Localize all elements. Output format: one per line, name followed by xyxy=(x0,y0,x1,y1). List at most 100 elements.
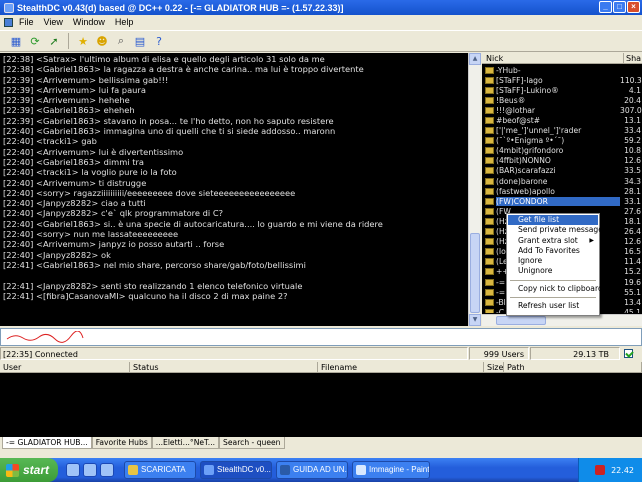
menu-item-get-file-list[interactable]: Get file list xyxy=(508,215,598,226)
tab-eletti[interactable]: ...Eletti...°NeT... xyxy=(151,437,220,449)
menu-item-grant-extra-slot[interactable]: Grant extra slot ▶ xyxy=(508,236,598,246)
user-row[interactable]: (4ffbit)NONNO 12.6 xyxy=(482,156,642,166)
chat-input[interactable] xyxy=(0,328,642,346)
user-row[interactable]: [STaFF]-Lukino® 4.1 xyxy=(482,85,642,95)
close-button[interactable]: × xyxy=(627,1,640,13)
user-icon xyxy=(485,298,494,306)
submenu-arrow-icon: ▶ xyxy=(589,236,594,244)
menu-view[interactable]: View xyxy=(44,17,63,27)
user-share: 10.8 xyxy=(624,146,641,156)
status-bar: [22:35] Connected 999 Users 29.13 TB xyxy=(0,347,642,360)
user-row[interactable]: [STaFF]-Iago 110.3 xyxy=(482,75,642,85)
tray-icon[interactable] xyxy=(595,465,606,475)
menu-help[interactable]: Help xyxy=(115,17,134,27)
tab-favorite-hubs[interactable]: Favorite Hubs xyxy=(91,437,152,449)
user-row[interactable]: (done)barone 34.3 xyxy=(482,176,642,186)
user-row[interactable]: (4mbit)grifondoro 10.8 xyxy=(482,146,642,156)
user-share: 15.2 xyxy=(624,267,641,277)
app-icon xyxy=(4,2,14,13)
menu-item-ignore[interactable]: Ignore xyxy=(508,256,598,266)
hub-connect-icon[interactable]: ▦ xyxy=(8,33,24,49)
user-icon xyxy=(485,66,494,74)
user-icon xyxy=(485,167,494,175)
scroll-thumb[interactable] xyxy=(470,233,480,313)
child-window-icon[interactable] xyxy=(4,17,13,27)
start-button[interactable]: start xyxy=(0,458,58,482)
tab-search[interactable]: Search - queen xyxy=(219,437,285,449)
user-share: 16.5 xyxy=(624,247,641,257)
user-row[interactable]: #beof@st# 13.1 xyxy=(482,115,642,125)
chat-line: [22:40] <tracki1> la voglio pure io la f… xyxy=(3,167,177,178)
chat-line: [22:39] <Arrivemum> hehehe xyxy=(3,95,130,106)
user-share: 13.4 xyxy=(624,297,641,307)
user-share: 12.6 xyxy=(624,156,641,166)
media-icon[interactable] xyxy=(100,463,114,477)
user-nick: (4mbit)grifondoro xyxy=(496,146,564,156)
menu-item-refresh-user-list[interactable]: Refresh user list xyxy=(508,301,598,311)
col-size[interactable]: Size xyxy=(484,362,504,372)
taskbar-button[interactable]: SCARICATA xyxy=(124,461,196,479)
col-path[interactable]: Path xyxy=(504,362,642,372)
menu-file[interactable]: File xyxy=(19,17,34,27)
scroll-down-icon[interactable]: ▼ xyxy=(469,314,481,326)
user-list-toggle-checkbox[interactable] xyxy=(624,349,633,358)
spy-icon[interactable]: ▤ xyxy=(132,33,148,49)
user-row[interactable]: (BAR)scarafazzi 33.5 xyxy=(482,166,642,176)
user-icon xyxy=(485,308,494,313)
menu-item-add-to-favorites[interactable]: Add To Favorites xyxy=(508,246,598,256)
taskbar-button[interactable]: Immagine - Paint xyxy=(352,461,430,479)
chat-line: [22:40] <Gabriel1863> immagina uno di qu… xyxy=(3,126,336,137)
favorites-icon[interactable]: ★ xyxy=(75,33,91,49)
user-share: 20.4 xyxy=(624,95,641,105)
col-filename[interactable]: Filename xyxy=(318,362,484,372)
user-row[interactable]: !!!@lothar 307.0 xyxy=(482,105,642,115)
user-icon xyxy=(485,197,494,205)
user-nick: ['|'me_']'unnel_']'rader xyxy=(496,126,582,136)
user-icon xyxy=(485,238,494,246)
chat-line: [22:40] <Arrivemum> janpyz io posso auta… xyxy=(3,239,225,250)
help-icon[interactable]: ? xyxy=(151,33,167,49)
user-icon xyxy=(485,96,494,104)
ie-icon[interactable] xyxy=(66,463,80,477)
taskbar-button[interactable]: GUIDA AD UN... xyxy=(276,461,348,479)
user-row[interactable]: -YHub- xyxy=(482,65,642,75)
menu-window[interactable]: Window xyxy=(73,17,105,27)
minimize-button[interactable]: _ xyxy=(599,1,612,13)
search-icon[interactable]: ⌕ xyxy=(113,33,129,49)
user-row[interactable]: (fastweb)apollo 28.1 xyxy=(482,186,642,196)
taskbar-button[interactable]: StealthDC v0.... xyxy=(200,461,272,479)
chat-line: [22:40] <Gabriel1863> dimmi tra xyxy=(3,156,145,167)
share-column-header[interactable]: Sha xyxy=(624,53,642,63)
user-row[interactable]: ['|'me_']'unnel_']'rader 33.4 xyxy=(482,126,642,136)
user-row[interactable]: (FW)CONDOR 33.1 xyxy=(482,196,642,206)
tab-gladiator-hub[interactable]: -= GLADIATOR HUB... xyxy=(2,437,92,449)
col-status[interactable]: Status xyxy=(130,362,318,372)
menu-item-unignore[interactable]: Unignore xyxy=(508,266,598,276)
follow-icon[interactable]: ➚ xyxy=(46,33,62,49)
user-row[interactable]: (¯`º•Enigma º•´¯) 59.2 xyxy=(482,136,642,146)
user-share: 33.1 xyxy=(624,196,641,206)
user-share: 110.3 xyxy=(620,75,642,85)
scroll-up-icon[interactable]: ▲ xyxy=(469,53,481,65)
menu-item-send-private-message[interactable]: Send private message xyxy=(508,225,603,235)
chat-line: [22:40] <Janpyz8282> ok xyxy=(3,249,111,260)
desktop-icon[interactable] xyxy=(83,463,97,477)
user-nick: -YHub- xyxy=(496,65,521,75)
context-menu: Get file list Send private message Grant e… xyxy=(506,213,603,316)
maximize-button[interactable]: □ xyxy=(613,1,626,13)
users-icon[interactable]: ☻ xyxy=(94,33,110,49)
transfer-list[interactable] xyxy=(0,373,642,437)
chat-line: [22:41] <Gabriel1863> nel mio share, per… xyxy=(3,259,306,270)
user-icon xyxy=(485,106,494,114)
col-user[interactable]: User xyxy=(0,362,130,372)
user-row[interactable]: !Beus® 20.4 xyxy=(482,95,642,105)
chat-log[interactable]: [22:38] <Satrax> l'ultimo album di elisa… xyxy=(0,53,468,326)
user-icon xyxy=(485,278,494,286)
system-tray: 22.42 xyxy=(578,458,642,482)
window-tabs: -= GLADIATOR HUB... Favorite Hubs ...Ele… xyxy=(0,437,642,449)
user-count: 999 Users xyxy=(469,347,529,360)
menu-item-copy-nick-to-clipboard[interactable]: Copy nick to clipboard xyxy=(508,284,603,294)
reconnect-icon[interactable]: ⟳ xyxy=(27,33,43,49)
nick-column-header[interactable]: Nick xyxy=(482,53,624,63)
chat-scrollbar[interactable]: ▲ ▼ xyxy=(468,53,481,326)
